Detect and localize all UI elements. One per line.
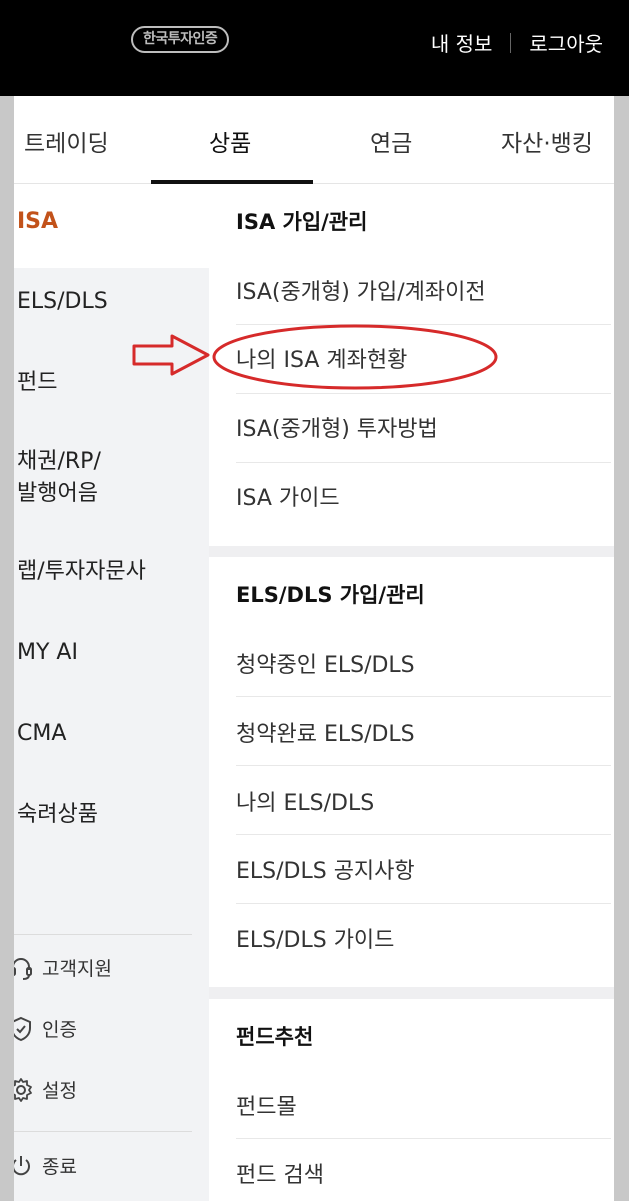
tab-trading[interactable]: 트레이딩 xyxy=(24,124,109,158)
divider xyxy=(236,765,611,766)
divider xyxy=(236,1138,611,1139)
certification-label: 인증 xyxy=(42,1019,77,1041)
tab-products[interactable]: 상품 xyxy=(209,124,251,158)
top-links: 내 정보 로그아웃 xyxy=(431,28,603,57)
submenu-panel: ISA 가입/관리 ISA(중개형) 가입/계좌이전 나의 ISA 계좌현황 I… xyxy=(209,184,614,1201)
exit-label: 종료 xyxy=(42,1156,77,1178)
menu-item-isa-guide[interactable]: ISA 가이드 xyxy=(236,480,340,512)
menu-item-els-subscribing[interactable]: 청약중인 ELS/DLS xyxy=(236,647,415,679)
category-sidebar: ISA ELS/DLS 펀드 채권/RP/ 발행어음 랩/투자자문사 MY AI… xyxy=(14,184,209,1201)
sidebar-item-wrap-advisory[interactable]: 랩/투자자문사 xyxy=(17,556,146,588)
menu-item-my-els[interactable]: 나의 ELS/DLS xyxy=(236,785,374,817)
divider xyxy=(236,903,611,904)
isa-section: ISA 가입/관리 ISA(중개형) 가입/계좌이전 나의 ISA 계좌현황 I… xyxy=(209,184,614,546)
headset-icon xyxy=(14,955,34,981)
tab-asset-banking[interactable]: 자산·뱅킹 xyxy=(501,124,593,158)
sidebar-divider xyxy=(14,1131,192,1132)
menu-item-isa-join[interactable]: ISA(중개형) 가입/계좌이전 xyxy=(236,274,486,306)
section-title: ELS/DLS 가입/관리 xyxy=(236,583,425,607)
certificate-logo: 한국투자인증 xyxy=(131,26,230,53)
sidebar-item-my-ai[interactable]: MY AI xyxy=(17,637,78,669)
sidebar-item-bond-rp[interactable]: 채권/RP/ xyxy=(17,446,101,478)
top-bar: 한국투자인증 내 정보 로그아웃 xyxy=(0,0,629,96)
sidebar-item-fund[interactable]: 펀드 xyxy=(17,367,57,399)
support-label: 고객지원 xyxy=(42,958,112,980)
els-dls-section: ELS/DLS 가입/관리 청약중인 ELS/DLS 청약완료 ELS/DLS … xyxy=(209,557,614,987)
sidebar-item-els-dls[interactable]: ELS/DLS xyxy=(17,286,108,318)
gear-icon xyxy=(14,1077,34,1103)
sidebar-item-cma[interactable]: CMA xyxy=(17,718,66,750)
section-title: 펀드추천 xyxy=(236,1025,314,1049)
sidebar-item-issued-note[interactable]: 발행어음 xyxy=(17,478,98,510)
my-info-link[interactable]: 내 정보 xyxy=(431,28,493,57)
exit-menu[interactable]: 종료 xyxy=(14,1152,77,1179)
divider xyxy=(236,696,611,697)
sidebar-item-deliberation-products[interactable]: 숙려상품 xyxy=(17,799,98,831)
sidebar-divider xyxy=(14,934,192,935)
divider xyxy=(236,324,611,325)
settings-menu[interactable]: 설정 xyxy=(14,1076,77,1103)
menu-item-my-isa-account[interactable]: 나의 ISA 계좌현황 xyxy=(236,342,407,374)
settings-label: 설정 xyxy=(42,1080,77,1102)
top-tabs: 트레이딩 상품 연금 자산·뱅킹 xyxy=(14,96,614,184)
certification-menu[interactable]: 인증 xyxy=(14,1015,77,1042)
section-title: ISA 가입/관리 xyxy=(236,210,368,234)
shield-check-icon xyxy=(14,1016,34,1042)
logout-link[interactable]: 로그아웃 xyxy=(529,28,603,57)
menu-item-isa-invest-method[interactable]: ISA(중개형) 투자방법 xyxy=(236,411,438,443)
divider xyxy=(510,32,512,53)
menu-item-els-subscribed[interactable]: 청약완료 ELS/DLS xyxy=(236,716,415,748)
menu-item-els-guide[interactable]: ELS/DLS 가이드 xyxy=(236,922,394,954)
divider xyxy=(236,462,611,463)
menu-item-fund-search[interactable]: 펀드 검색 xyxy=(236,1157,324,1189)
divider xyxy=(236,834,611,835)
fund-recommend-section: 펀드추천 펀드몰 펀드 검색 xyxy=(209,999,614,1201)
power-icon xyxy=(14,1153,34,1179)
support-menu[interactable]: 고객지원 xyxy=(14,954,112,981)
sidebar-item-isa[interactable]: ISA xyxy=(17,206,58,238)
tab-pension[interactable]: 연금 xyxy=(370,124,412,158)
menu-item-els-notice[interactable]: ELS/DLS 공지사항 xyxy=(236,853,415,885)
divider xyxy=(236,393,611,394)
menu-sheet: 트레이딩 상품 연금 자산·뱅킹 ISA ELS/DLS 펀드 채권/RP/ 발… xyxy=(14,96,614,1201)
menu-item-fund-mall[interactable]: 펀드몰 xyxy=(236,1089,297,1121)
